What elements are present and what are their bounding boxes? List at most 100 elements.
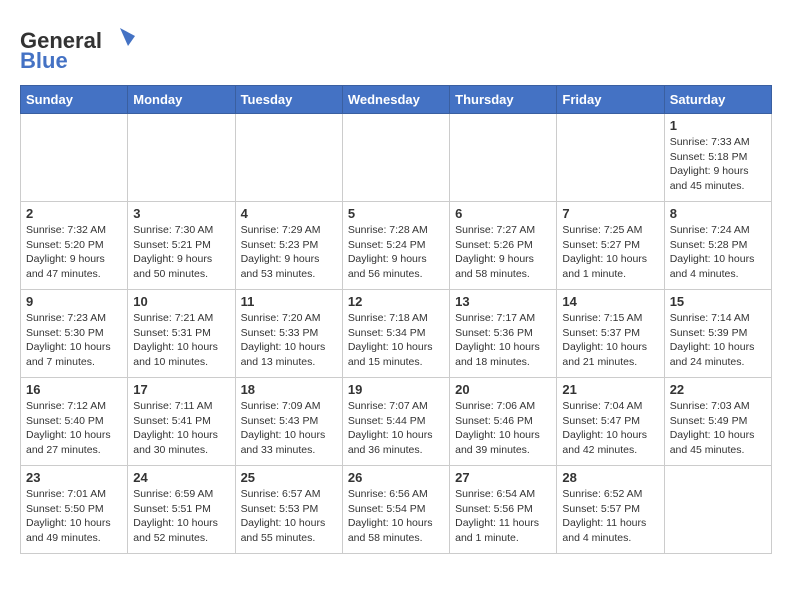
day-number: 26 <box>348 470 444 485</box>
day-number: 11 <box>241 294 337 309</box>
day-info: Sunrise: 7:18 AM Sunset: 5:34 PM Dayligh… <box>348 311 444 370</box>
calendar-cell: 1Sunrise: 7:33 AM Sunset: 5:18 PM Daylig… <box>664 114 771 202</box>
day-info: Sunrise: 7:15 AM Sunset: 5:37 PM Dayligh… <box>562 311 658 370</box>
day-number: 14 <box>562 294 658 309</box>
weekday-header-row: Sunday Monday Tuesday Wednesday Thursday… <box>21 86 772 114</box>
calendar-cell: 14 Sunrise: 7:15 AM Sunset: 5:37 PM Dayli… <box>557 290 664 378</box>
day-info: Sunrise: 6:52 AM Sunset: 5:57 PM Dayligh… <box>562 487 658 546</box>
calendar-cell: 15 Sunrise: 7:14 AM Sunset: 5:39 PM Dayli… <box>664 290 771 378</box>
day-number: 21 <box>562 382 658 397</box>
calendar-body: 1Sunrise: 7:33 AM Sunset: 5:18 PM Daylig… <box>21 114 772 554</box>
calendar-cell: 2 Sunrise: 7:32 AM Sunset: 5:20 PM Daylig… <box>21 202 128 290</box>
day-number: 4 <box>241 206 337 221</box>
calendar-cell: 11 Sunrise: 7:20 AM Sunset: 5:33 PM Dayli… <box>235 290 342 378</box>
calendar-week-row: 9 Sunrise: 7:23 AM Sunset: 5:30 PM Daylig… <box>21 290 772 378</box>
header-monday: Monday <box>128 86 235 114</box>
logo: General Blue <box>20 20 140 75</box>
calendar-cell: 8 Sunrise: 7:24 AM Sunset: 5:28 PM Daylig… <box>664 202 771 290</box>
day-number: 12 <box>348 294 444 309</box>
svg-text:Blue: Blue <box>20 48 68 70</box>
day-number: 10 <box>133 294 229 309</box>
day-info: Sunrise: 7:25 AM Sunset: 5:27 PM Dayligh… <box>562 223 658 282</box>
day-number: 2 <box>26 206 122 221</box>
calendar-cell: 19 Sunrise: 7:07 AM Sunset: 5:44 PM Dayli… <box>342 378 449 466</box>
day-number: 25 <box>241 470 337 485</box>
calendar-cell: 16 Sunrise: 7:12 AM Sunset: 5:40 PM Dayli… <box>21 378 128 466</box>
day-number: 19 <box>348 382 444 397</box>
day-info: Sunrise: 7:07 AM Sunset: 5:44 PM Dayligh… <box>348 399 444 458</box>
calendar-week-row: 1Sunrise: 7:33 AM Sunset: 5:18 PM Daylig… <box>21 114 772 202</box>
day-number: 15 <box>670 294 766 309</box>
calendar-cell: 6 Sunrise: 7:27 AM Sunset: 5:26 PM Daylig… <box>450 202 557 290</box>
day-info: Sunrise: 7:27 AM Sunset: 5:26 PM Dayligh… <box>455 223 551 282</box>
calendar-cell: 3 Sunrise: 7:30 AM Sunset: 5:21 PM Daylig… <box>128 202 235 290</box>
day-info: Sunrise: 7:03 AM Sunset: 5:49 PM Dayligh… <box>670 399 766 458</box>
calendar-week-row: 2 Sunrise: 7:32 AM Sunset: 5:20 PM Daylig… <box>21 202 772 290</box>
day-info: Sunrise: 6:56 AM Sunset: 5:54 PM Dayligh… <box>348 487 444 546</box>
day-number: 6 <box>455 206 551 221</box>
day-info: Sunrise: 7:20 AM Sunset: 5:33 PM Dayligh… <box>241 311 337 370</box>
header-saturday: Saturday <box>664 86 771 114</box>
calendar-cell: 28 Sunrise: 6:52 AM Sunset: 5:57 PM Dayli… <box>557 466 664 554</box>
day-info: Sunrise: 6:57 AM Sunset: 5:53 PM Dayligh… <box>241 487 337 546</box>
day-info: Sunrise: 6:59 AM Sunset: 5:51 PM Dayligh… <box>133 487 229 546</box>
day-number: 7 <box>562 206 658 221</box>
calendar-cell <box>342 114 449 202</box>
day-number: 18 <box>241 382 337 397</box>
calendar-cell: 23 Sunrise: 7:01 AM Sunset: 5:50 PM Dayli… <box>21 466 128 554</box>
day-number: 5 <box>348 206 444 221</box>
day-info: Sunrise: 7:30 AM Sunset: 5:21 PM Dayligh… <box>133 223 229 282</box>
day-number: 8 <box>670 206 766 221</box>
calendar-cell: 10 Sunrise: 7:21 AM Sunset: 5:31 PM Dayli… <box>128 290 235 378</box>
day-number: 9 <box>26 294 122 309</box>
day-info: Sunrise: 6:54 AM Sunset: 5:56 PM Dayligh… <box>455 487 551 546</box>
day-number: 23 <box>26 470 122 485</box>
day-number: 24 <box>133 470 229 485</box>
day-info: Sunrise: 7:11 AM Sunset: 5:41 PM Dayligh… <box>133 399 229 458</box>
day-info: Sunrise: 7:21 AM Sunset: 5:31 PM Dayligh… <box>133 311 229 370</box>
calendar-cell <box>235 114 342 202</box>
day-info: Sunrise: 7:24 AM Sunset: 5:28 PM Dayligh… <box>670 223 766 282</box>
calendar-cell: 4 Sunrise: 7:29 AM Sunset: 5:23 PM Daylig… <box>235 202 342 290</box>
day-info: Sunrise: 7:01 AM Sunset: 5:50 PM Dayligh… <box>26 487 122 546</box>
header-wednesday: Wednesday <box>342 86 449 114</box>
day-info: Sunrise: 7:14 AM Sunset: 5:39 PM Dayligh… <box>670 311 766 370</box>
calendar-cell: 9 Sunrise: 7:23 AM Sunset: 5:30 PM Daylig… <box>21 290 128 378</box>
day-number: 16 <box>26 382 122 397</box>
day-number: 28 <box>562 470 658 485</box>
day-info: Sunrise: 7:29 AM Sunset: 5:23 PM Dayligh… <box>241 223 337 282</box>
calendar-cell: 18Sunrise: 7:09 AM Sunset: 5:43 PM Dayli… <box>235 378 342 466</box>
header-tuesday: Tuesday <box>235 86 342 114</box>
calendar-cell: 17 Sunrise: 7:11 AM Sunset: 5:41 PM Dayli… <box>128 378 235 466</box>
header-thursday: Thursday <box>450 86 557 114</box>
day-info: Sunrise: 7:06 AM Sunset: 5:46 PM Dayligh… <box>455 399 551 458</box>
header-friday: Friday <box>557 86 664 114</box>
day-number: 1 <box>670 118 766 133</box>
calendar-cell: 21 Sunrise: 7:04 AM Sunset: 5:47 PM Dayli… <box>557 378 664 466</box>
day-number: 22 <box>670 382 766 397</box>
calendar-cell <box>21 114 128 202</box>
day-number: 3 <box>133 206 229 221</box>
calendar-cell: 26 Sunrise: 6:56 AM Sunset: 5:54 PM Dayli… <box>342 466 449 554</box>
day-info: Sunrise: 7:32 AM Sunset: 5:20 PM Dayligh… <box>26 223 122 282</box>
header-sunday: Sunday <box>21 86 128 114</box>
calendar-cell: 12 Sunrise: 7:18 AM Sunset: 5:34 PM Dayli… <box>342 290 449 378</box>
day-number: 17 <box>133 382 229 397</box>
calendar-cell: 20Sunrise: 7:06 AM Sunset: 5:46 PM Dayli… <box>450 378 557 466</box>
calendar-cell <box>450 114 557 202</box>
calendar-cell <box>664 466 771 554</box>
calendar-cell: 24 Sunrise: 6:59 AM Sunset: 5:51 PM Dayli… <box>128 466 235 554</box>
calendar-cell: 25 Sunrise: 6:57 AM Sunset: 5:53 PM Dayli… <box>235 466 342 554</box>
day-info: Sunrise: 7:28 AM Sunset: 5:24 PM Dayligh… <box>348 223 444 282</box>
day-number: 13 <box>455 294 551 309</box>
calendar-week-row: 16 Sunrise: 7:12 AM Sunset: 5:40 PM Dayli… <box>21 378 772 466</box>
calendar-cell <box>128 114 235 202</box>
day-info: Sunrise: 7:23 AM Sunset: 5:30 PM Dayligh… <box>26 311 122 370</box>
calendar-week-row: 23 Sunrise: 7:01 AM Sunset: 5:50 PM Dayli… <box>21 466 772 554</box>
calendar-cell: 5 Sunrise: 7:28 AM Sunset: 5:24 PM Daylig… <box>342 202 449 290</box>
calendar-cell: 13Sunrise: 7:17 AM Sunset: 5:36 PM Dayli… <box>450 290 557 378</box>
calendar-cell: 27Sunrise: 6:54 AM Sunset: 5:56 PM Dayli… <box>450 466 557 554</box>
day-info: Sunrise: 7:12 AM Sunset: 5:40 PM Dayligh… <box>26 399 122 458</box>
day-info: Sunrise: 7:04 AM Sunset: 5:47 PM Dayligh… <box>562 399 658 458</box>
calendar-cell: 7 Sunrise: 7:25 AM Sunset: 5:27 PM Daylig… <box>557 202 664 290</box>
